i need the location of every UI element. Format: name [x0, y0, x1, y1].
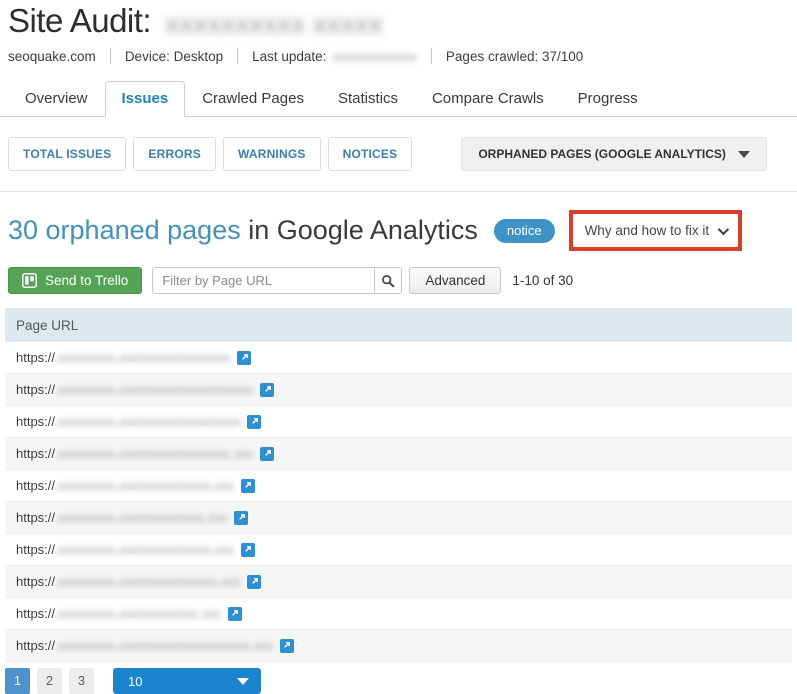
- url-prefix: https://: [16, 414, 55, 429]
- notice-badge: notice: [494, 219, 555, 243]
- table-row: https://xxxxxxxxx.xxx/xxxxx/xxx.xxx: [5, 598, 792, 630]
- table-row: https://xxxxxxxxx.xxx/xxxxx/xxxxxx.xxx: [5, 566, 792, 598]
- issue-toolbar: Send to Trello Advanced 1-10 of 30: [0, 267, 797, 294]
- chevron-down-icon: [237, 678, 249, 685]
- external-link-icon[interactable]: [234, 511, 248, 525]
- site-audit-header: Site Audit: xxxxxxxxxx xxxxx: [0, 0, 797, 40]
- send-to-trello-label: Send to Trello: [45, 273, 128, 288]
- project-name-redacted: xxxxxxxxxx xxxxx: [165, 7, 383, 40]
- issue-type-dropdown-label: ORPHANED PAGES (GOOGLE ANALYTICS): [478, 147, 726, 161]
- filter-total-issues-button[interactable]: TOTAL ISSUES: [8, 137, 126, 171]
- external-link-icon[interactable]: [241, 479, 255, 493]
- issue-heading: 30 orphaned pages in Google Analytics: [8, 215, 478, 246]
- issue-heading-row: 30 orphaned pages in Google Analytics no…: [0, 210, 797, 251]
- url-prefix: https://: [16, 638, 55, 653]
- advanced-button[interactable]: Advanced: [409, 267, 501, 294]
- tab-issues[interactable]: Issues: [105, 81, 186, 117]
- url-redacted: xxxxxxxxx.xxx/xxxxx/xxxxxxxx: [57, 350, 230, 365]
- issue-rest-text: in Google Analytics: [241, 215, 478, 245]
- url-redacted: xxxxxxxxx.xxx/xxxxx/xxxxx/xxxxxx: [57, 382, 253, 397]
- tab-overview[interactable]: Overview: [8, 81, 105, 117]
- chevron-down-icon: [738, 151, 750, 158]
- url-redacted: xxxxxxxxx.xxx/xxxxx/xxxx.xxx: [57, 510, 227, 525]
- device-label: Device: Desktop: [125, 49, 223, 64]
- audit-meta-bar: seoquake.com Device: Desktop Last update…: [0, 48, 797, 64]
- issue-count-text: 30 orphaned pages: [8, 215, 241, 245]
- chevron-down-icon: [718, 223, 729, 234]
- pagination-bar: 1 2 3 10: [0, 668, 797, 694]
- results-range-label: 1-10 of 30: [512, 273, 573, 288]
- project-domain: seoquake.com: [8, 49, 96, 64]
- external-link-icon[interactable]: [260, 447, 274, 461]
- url-prefix: https://: [16, 478, 55, 493]
- external-link-icon[interactable]: [241, 543, 255, 557]
- table-row: https://xxxxxxxxx.xxx/xxxxx/xxxxx.xxx: [5, 470, 792, 502]
- url-redacted: xxxxxxxxx.xxx/xxxxx/xxxxx.xxx: [57, 542, 234, 557]
- divider: [237, 48, 238, 64]
- why-how-to-fix-link[interactable]: Why and how to fix it: [585, 223, 727, 238]
- page-size-value: 10: [128, 674, 142, 689]
- tab-progress[interactable]: Progress: [561, 81, 655, 117]
- url-redacted: xxxxxxxxx.xxx/xxxxx/xxxxxx.xxx: [57, 574, 240, 589]
- url-redacted: xxxxxxxxx.xxx/xxxxx/xxxxxxxxxxx.xxx: [57, 638, 273, 653]
- external-link-icon[interactable]: [280, 639, 294, 653]
- search-button[interactable]: [374, 267, 402, 294]
- page-title: Site Audit:: [8, 2, 151, 40]
- external-link-icon[interactable]: [247, 415, 261, 429]
- url-prefix: https://: [16, 382, 55, 397]
- filter-errors-button[interactable]: ERRORS: [133, 137, 216, 171]
- tab-crawled-pages[interactable]: Crawled Pages: [185, 81, 321, 117]
- url-prefix: https://: [16, 510, 55, 525]
- page-button-1[interactable]: 1: [5, 668, 30, 694]
- trello-icon: [22, 273, 37, 288]
- send-to-trello-button[interactable]: Send to Trello: [8, 267, 142, 294]
- url-prefix: https://: [16, 350, 55, 365]
- divider: [110, 48, 111, 64]
- last-update-value-redacted: xxxxxxxxxxxxx: [332, 49, 417, 64]
- tab-compare-crawls[interactable]: Compare Crawls: [415, 81, 561, 117]
- table-header-page-url: Page URL: [5, 308, 792, 342]
- annotation-red-box: Why and how to fix it: [569, 210, 743, 251]
- issue-filter-bar: TOTAL ISSUES ERRORS WARNINGS NOTICES ORP…: [0, 137, 797, 171]
- why-how-to-fix-label: Why and how to fix it: [585, 223, 710, 238]
- table-row: https://xxxxxxxxx.xxx/xxxxx/xxxxx/xxxx: [5, 406, 792, 438]
- filter-page-url-input[interactable]: [152, 267, 374, 294]
- url-redacted: xxxxxxxxx.xxx/xxxxx/xxx.xxx: [57, 606, 221, 621]
- audit-tabs: Overview Issues Crawled Pages Statistics…: [0, 80, 797, 117]
- issue-type-dropdown[interactable]: ORPHANED PAGES (GOOGLE ANALYTICS): [461, 137, 767, 171]
- url-redacted: xxxxxxxxx.xxx/xxxxx/xxxxx.xxx: [57, 478, 234, 493]
- url-prefix: https://: [16, 606, 55, 621]
- last-update-label: Last update:: [252, 49, 326, 64]
- url-prefix: https://: [16, 574, 55, 589]
- orphaned-pages-table: Page URL https://xxxxxxxxx.xxx/xxxxx/xxx…: [0, 308, 797, 662]
- external-link-icon[interactable]: [228, 607, 242, 621]
- table-row: https://xxxxxxxxx.xxx/xxxxx/xxxx.xxx: [5, 502, 792, 534]
- url-prefix: https://: [16, 446, 55, 461]
- pages-crawled-label: Pages crawled: 37/100: [446, 49, 583, 64]
- tab-statistics[interactable]: Statistics: [321, 81, 415, 117]
- url-prefix: https://: [16, 542, 55, 557]
- external-link-icon[interactable]: [237, 351, 251, 365]
- search-icon: [381, 274, 395, 288]
- external-link-icon[interactable]: [247, 575, 261, 589]
- divider: [0, 191, 797, 192]
- page-button-2[interactable]: 2: [37, 668, 62, 694]
- table-body: https://xxxxxxxxx.xxx/xxxxx/xxxxxxxx htt…: [5, 342, 792, 662]
- filter-notices-button[interactable]: NOTICES: [328, 137, 413, 171]
- filter-warnings-button[interactable]: WARNINGS: [223, 137, 321, 171]
- page-size-dropdown[interactable]: 10: [113, 668, 261, 694]
- external-link-icon[interactable]: [260, 383, 274, 397]
- page-button-3[interactable]: 3: [69, 668, 94, 694]
- divider: [431, 48, 432, 64]
- url-redacted: xxxxxxxxx.xxx/xxxxx/xxxxxxxx.xxx: [57, 446, 253, 461]
- url-redacted: xxxxxxxxx.xxx/xxxxx/xxxxx/xxxx: [57, 414, 240, 429]
- table-row: https://xxxxxxxxx.xxx/xxxxx/xxxxxxxxxxx.…: [5, 630, 792, 662]
- table-row: https://xxxxxxxxx.xxx/xxxxx/xxxxx/xxxxxx: [5, 374, 792, 406]
- table-row: https://xxxxxxxxx.xxx/xxxxx/xxxxxxxx: [5, 342, 792, 374]
- table-row: https://xxxxxxxxx.xxx/xxxxx/xxxxx.xxx: [5, 534, 792, 566]
- table-row: https://xxxxxxxxx.xxx/xxxxx/xxxxxxxx.xxx: [5, 438, 792, 470]
